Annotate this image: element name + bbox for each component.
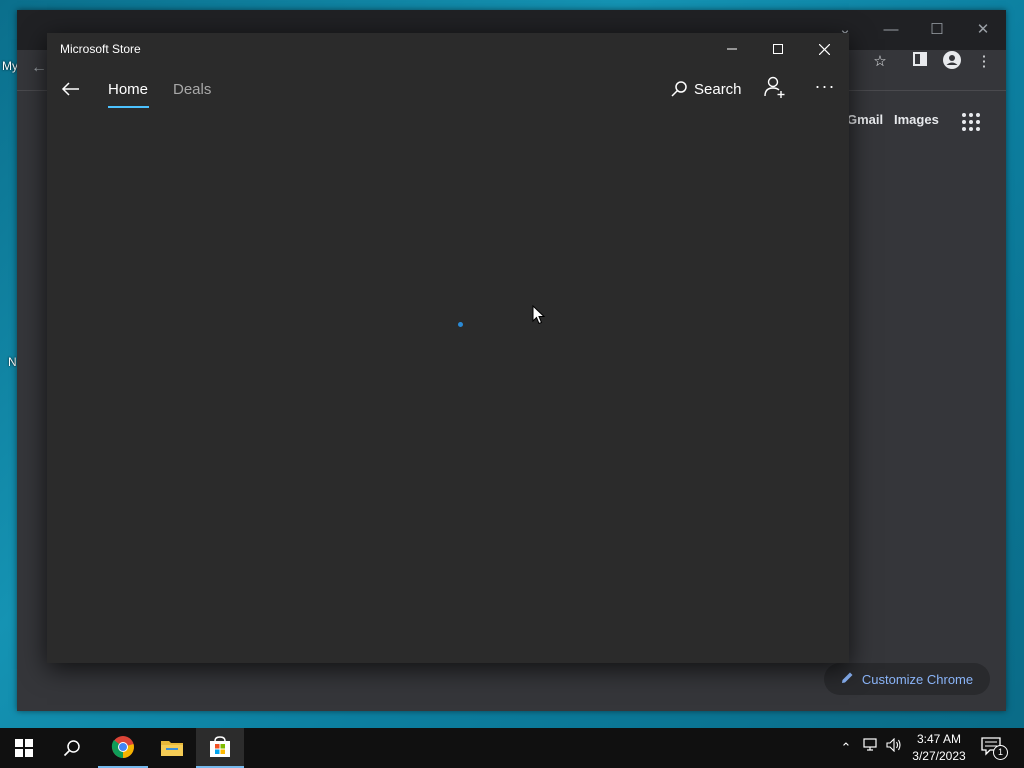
profile-avatar-icon[interactable] xyxy=(941,51,963,73)
start-button[interactable] xyxy=(0,728,48,768)
customize-chrome-button[interactable]: Customize Chrome xyxy=(824,663,990,695)
customize-chrome-label: Customize Chrome xyxy=(861,671,974,687)
maximize-button[interactable] xyxy=(755,33,801,65)
microsoft-store-window: Microsoft Store Home Deals Search ··· xyxy=(47,33,849,663)
microsoft-store-icon xyxy=(210,736,230,757)
pencil-icon xyxy=(841,671,854,687)
store-navigation-bar: Home Deals Search ··· xyxy=(47,65,849,113)
images-link[interactable]: Images xyxy=(894,112,939,127)
notification-count-badge: 1 xyxy=(993,745,1008,760)
mouse-cursor-icon xyxy=(532,304,546,325)
google-apps-icon[interactable] xyxy=(962,113,980,131)
chrome-minimize-button[interactable]: — xyxy=(873,16,909,44)
loading-spinner xyxy=(458,322,463,327)
action-center-button[interactable]: 1 xyxy=(980,736,1008,760)
tab-home[interactable]: Home xyxy=(108,81,148,98)
chrome-close-button[interactable]: ✕ xyxy=(965,16,1001,44)
sign-in-button[interactable] xyxy=(763,75,791,103)
windows-logo-icon xyxy=(15,739,33,757)
chrome-back-icon[interactable]: ← xyxy=(31,59,47,77)
chrome-icon xyxy=(111,736,134,758)
network-icon[interactable] xyxy=(861,738,881,758)
taskbar-file-explorer-button[interactable] xyxy=(148,728,196,768)
taskbar-microsoft-store-button[interactable] xyxy=(196,728,244,768)
taskbar-clock[interactable]: 3:47 AM 3/27/2023 xyxy=(908,731,970,765)
taskbar-chrome-button[interactable] xyxy=(98,728,148,768)
search-label: Search xyxy=(694,80,742,98)
minimize-button[interactable] xyxy=(709,33,755,65)
volume-icon[interactable] xyxy=(884,737,904,758)
store-title-bar[interactable]: Microsoft Store xyxy=(47,33,849,65)
back-arrow-icon xyxy=(61,82,79,96)
add-account-icon xyxy=(764,76,785,98)
side-panel-icon[interactable] xyxy=(909,51,931,73)
desktop-icon-label[interactable]: N xyxy=(8,355,17,369)
desktop-icon-label[interactable]: My xyxy=(2,59,18,73)
search-icon xyxy=(63,740,80,757)
tab-deals[interactable]: Deals xyxy=(173,81,211,98)
taskbar: ⌃ 3:47 AM 3/27/2023 1 xyxy=(0,728,1024,768)
chrome-maximize-button[interactable]: ☐ xyxy=(919,16,955,44)
search-button[interactable]: Search xyxy=(670,75,742,103)
clock-time: 3:47 AM xyxy=(916,732,962,746)
back-button[interactable] xyxy=(59,77,83,101)
show-hidden-icons-chevron-icon[interactable]: ⌃ xyxy=(836,738,856,758)
window-title: Microsoft Store xyxy=(60,42,141,56)
taskbar-search-button[interactable] xyxy=(48,728,96,768)
folder-icon xyxy=(161,741,183,756)
close-button[interactable] xyxy=(801,33,847,65)
clock-date: 3/27/2023 xyxy=(912,749,966,763)
search-icon xyxy=(671,81,687,97)
chrome-menu-icon[interactable]: ⋮ xyxy=(973,51,995,73)
gmail-link[interactable]: Gmail xyxy=(847,112,883,127)
bookmark-star-icon[interactable]: ☆ xyxy=(869,51,891,73)
selected-tab-indicator xyxy=(108,106,149,108)
more-options-button[interactable]: ··· xyxy=(812,75,838,103)
